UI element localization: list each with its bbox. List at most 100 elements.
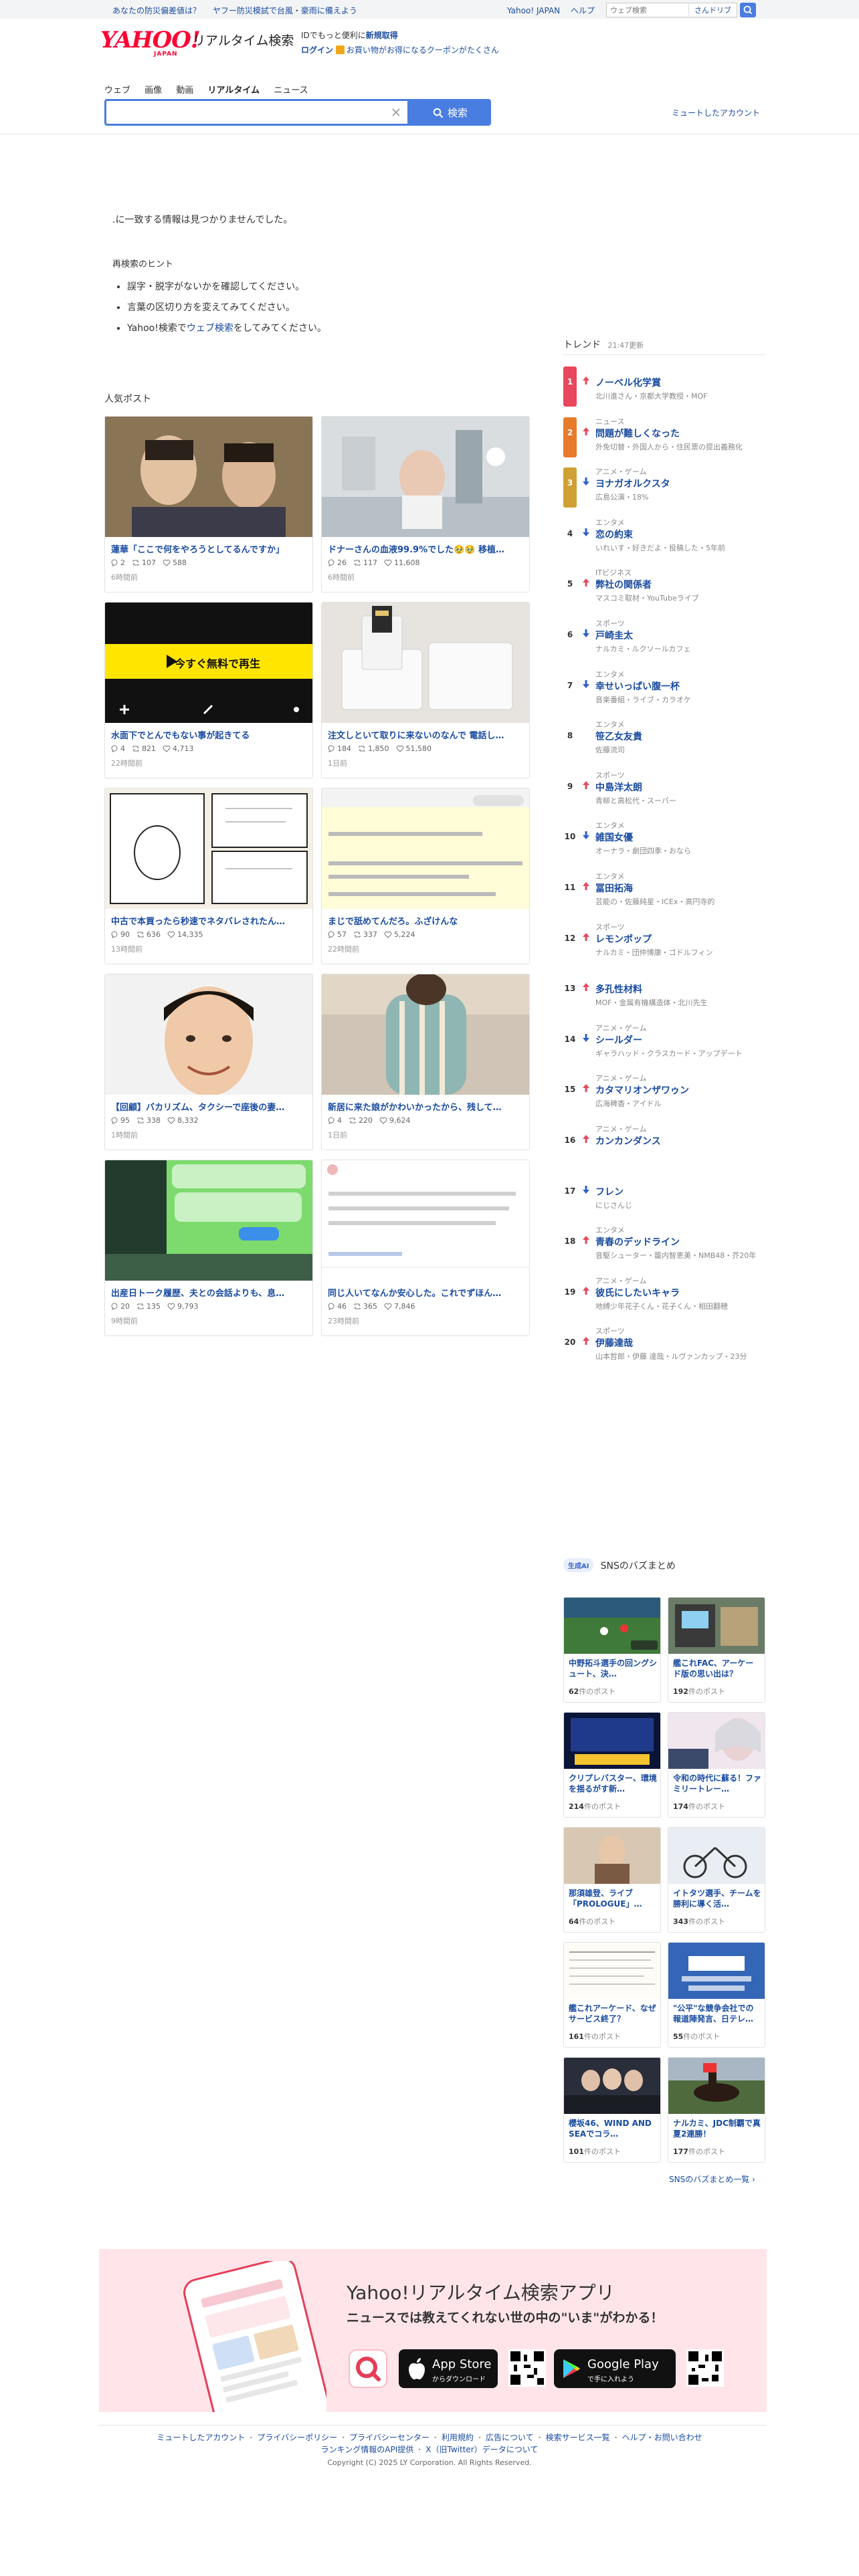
mini-search-input[interactable] <box>607 3 687 17</box>
buzz-card[interactable]: クリプレバスター、環境を揺るがす新… 214件のポスト <box>563 1712 661 1818</box>
buzz-title[interactable]: イトタツ選手、チームを勝利に導く活… <box>673 1888 761 1909</box>
post-likes-count[interactable]: 9,793 <box>167 1302 199 1311</box>
footer-link[interactable]: ランキング情報のAPI提供 <box>321 2445 414 2454</box>
buzz-card[interactable]: 艦これFAC、アーケード版の思い出は？ 192件のポスト <box>668 1597 765 1703</box>
post-reposts-count[interactable]: 338 <box>136 1116 161 1125</box>
popular-post-card[interactable]: 中古で本買ったら秒速でネタバレされたん… 90 636 14,335 13時間前 <box>104 788 313 964</box>
popular-post-card[interactable]: まじで舐めてんだろ。ふざけんな 57 337 5,224 22時間前 <box>321 788 530 964</box>
trend-item[interactable]: 16 アニメ・ゲーム カンカンダンス <box>563 1125 765 1175</box>
trend-keyword[interactable]: 問題が難しくなった <box>595 427 680 440</box>
tab-realtime[interactable]: リアルタイム <box>207 86 260 96</box>
popular-post-card[interactable]: ドナーさんの血液99.9%でした🥹🥹 移植… 26 117 11,608 6時間前 <box>321 416 530 593</box>
post-reposts-count[interactable]: 220 <box>349 1116 373 1125</box>
footer-link[interactable]: ミュートしたアカウント <box>157 2433 245 2442</box>
post-likes-count[interactable]: 11,608 <box>384 558 420 567</box>
trend-keyword[interactable]: 戸崎圭太 <box>595 629 633 642</box>
trend-keyword[interactable]: ノーベル化学賞 <box>595 376 661 389</box>
coupon-link[interactable]: お買い物がお得になるクーポンがたくさん <box>347 45 499 55</box>
promo-link-1[interactable]: あなたの防災偏差値は？ <box>112 6 201 15</box>
footer-link[interactable]: ヘルプ・お問い合わせ <box>622 2433 702 2442</box>
footer-link[interactable]: プライバシーポリシー <box>257 2433 337 2442</box>
post-reposts-count[interactable]: 337 <box>353 930 377 939</box>
promo-link-2[interactable]: ヤフー防災模試で台風・豪雨に備えよう <box>213 6 357 15</box>
post-title[interactable]: まじで舐めてんだろ。ふざけんな <box>328 914 524 927</box>
buzz-title[interactable]: クリプレバスター、環境を揺るがす新… <box>569 1773 657 1794</box>
footer-link[interactable]: 検索サービス一覧 <box>546 2433 610 2442</box>
trend-keyword[interactable]: 弊社の関係者 <box>595 578 652 591</box>
buzz-thumbnail[interactable] <box>668 2058 765 2114</box>
post-title[interactable]: 蓮華「ここで何をやろうとしてるんですか」 <box>111 542 308 555</box>
post-thumbnail[interactable]: 今すぐ無料で再生 <box>105 603 312 723</box>
trend-keyword[interactable]: 雑国女優 <box>595 831 633 844</box>
footer-link[interactable]: X（旧Twitter）データについて <box>425 2445 538 2454</box>
trend-item[interactable]: 6 スポーツ 戸崎圭太 ナルカミ・ルクソールカフェ <box>563 619 765 669</box>
post-reposts-count[interactable]: 1,850 <box>358 744 389 753</box>
popular-post-card[interactable]: 蓮華「ここで何をやろうとしてるんですか」 2 107 588 6時間前 <box>104 416 313 593</box>
trend-keyword[interactable]: ヨナガオルクスタ <box>595 477 670 490</box>
trend-item[interactable]: 4 エンタメ 恋の約束 いれいす・好きだよ・投稿した・5年前 <box>563 518 765 568</box>
trend-item[interactable]: 5 ITビジネス 弊社の関係者 マスコミ取材・YouTubeライブ <box>563 568 765 619</box>
tab-video[interactable]: 動画 <box>176 86 193 96</box>
trend-keyword[interactable]: 恋の約束 <box>595 528 633 541</box>
post-replies-count[interactable]: 95 <box>111 1116 130 1125</box>
post-title[interactable]: ドナーさんの血液99.9%でした🥹🥹 移植… <box>328 542 524 555</box>
buzz-card[interactable]: 令和の時代に蘇る！ファミリートレー… 174件のポスト <box>668 1712 765 1818</box>
buzz-thumbnail[interactable] <box>564 1713 660 1769</box>
post-title[interactable]: 注文しといて取りに来ないのなんで 電話し… <box>328 728 524 741</box>
login-link[interactable]: ログイン <box>301 45 333 55</box>
trend-item[interactable]: 9 スポーツ 中島洋太朗 青柳と高松代・スーパー <box>563 771 765 821</box>
trend-item[interactable]: 15 アニメ・ゲーム カタマリオンザワゥン 広海稗香・アイドル <box>563 1074 765 1124</box>
post-likes-count[interactable]: 51,580 <box>396 744 432 753</box>
post-replies-count[interactable]: 57 <box>328 930 347 939</box>
trend-keyword[interactable]: 冨田拓海 <box>595 881 633 895</box>
post-title[interactable]: 中古で本買ったら秒速でネタバレされたん… <box>111 914 308 927</box>
buzz-title[interactable]: 令和の時代に蘇る！ファミリートレー… <box>673 1773 761 1794</box>
footer-link[interactable]: プライバシーセンター <box>349 2433 430 2442</box>
post-thumbnail[interactable] <box>322 603 529 723</box>
footer-link[interactable]: 利用規約 <box>442 2433 474 2442</box>
post-likes-count[interactable]: 4,713 <box>163 744 194 753</box>
trend-item[interactable]: 18 エンタメ 青春のデッドライン 音駆シューター・籠内智恵美・NMB48・芥20年 <box>563 1226 765 1276</box>
post-likes-count[interactable]: 588 <box>163 558 187 567</box>
post-reposts-count[interactable]: 365 <box>353 1302 377 1311</box>
trend-keyword[interactable]: 青春のデッドライン <box>595 1235 680 1249</box>
popular-post-card[interactable]: 注文しといて取りに来ないのなんで 電話し… 184 1,850 51,580 1日前 <box>321 602 530 778</box>
post-thumbnail[interactable] <box>322 974 529 1095</box>
post-likes-count[interactable]: 5,224 <box>384 930 415 939</box>
search-icon[interactable] <box>740 3 756 17</box>
trend-item[interactable]: 1 ノーベル化学賞 北川進さん・京都大学教授・MOF <box>563 366 765 417</box>
trend-keyword[interactable]: 笹乙女友貴 <box>595 730 642 743</box>
search-button[interactable]: 検索 <box>409 99 491 126</box>
buzz-title[interactable]: 那須雄登、ライブ「PROLOGUE」… <box>569 1888 657 1909</box>
trend-item[interactable]: 17 フレン にじさんじ <box>563 1176 765 1226</box>
buzz-card[interactable]: 櫻坂46、WIND AND SEAでコラ… 101件のポスト <box>563 2057 661 2163</box>
buzz-card[interactable]: イトタツ選手、チームを勝利に導く活… 343件のポスト <box>668 1827 765 1933</box>
post-thumbnail[interactable] <box>322 417 529 537</box>
post-reposts-count[interactable]: 636 <box>136 930 161 939</box>
post-reposts-count[interactable]: 135 <box>136 1302 161 1311</box>
buzz-title[interactable]: 艦これアーケード、なぜサービス終了？ <box>569 2003 657 2024</box>
trend-keyword[interactable]: 伊藤達哉 <box>595 1336 633 1350</box>
buzz-title[interactable]: ナルカミ、JDC制覇で真夏2連勝！ <box>673 2118 761 2139</box>
post-thumbnail[interactable] <box>105 974 312 1095</box>
tab-news[interactable]: ニュース <box>274 86 308 96</box>
post-title[interactable]: 同じ人いてなんか安心した。これでずほん… <box>328 1286 524 1299</box>
trend-keyword[interactable]: カンカンダンス <box>595 1134 661 1148</box>
trend-keyword[interactable]: 彼氏にしたいキャラ <box>595 1286 680 1299</box>
buzz-card[interactable]: 那須雄登、ライブ「PROLOGUE」… 64件のポスト <box>563 1827 661 1933</box>
popular-post-card[interactable]: 【回顧】バカリズム、タクシーで座後の妻… 95 338 8,332 1時間前 <box>104 974 313 1150</box>
mini-search-button[interactable]: さんドリブ <box>688 4 737 16</box>
post-replies-count[interactable]: 90 <box>111 930 130 939</box>
post-replies-count[interactable]: 26 <box>328 558 347 567</box>
trend-item[interactable]: 14 アニメ・ゲーム シールダー ギャラハッド・クラスカード・アップデート <box>563 1024 765 1074</box>
buzz-thumbnail[interactable] <box>564 1943 660 1999</box>
buzz-title[interactable]: "公平"な競争会社での報道陣発言、日テレ… <box>673 2003 761 2024</box>
app-store-button[interactable]: からダウンロード App Store <box>399 2349 498 2388</box>
post-title[interactable]: 【回顧】バカリズム、タクシーで座後の妻… <box>111 1100 308 1113</box>
trend-keyword[interactable]: シールダー <box>595 1033 642 1047</box>
buzz-title[interactable]: 艦これFAC、アーケード版の思い出は？ <box>673 1658 761 1679</box>
trend-item[interactable]: 11 エンタメ 冨田拓海 芸能の・佐藤純星・ICEx・高円寺的 <box>563 872 765 922</box>
trend-keyword[interactable]: 中島洋太朗 <box>595 780 642 794</box>
post-likes-count[interactable]: 9,624 <box>379 1116 411 1125</box>
trend-keyword[interactable]: カタマリオンザワゥン <box>595 1083 689 1097</box>
